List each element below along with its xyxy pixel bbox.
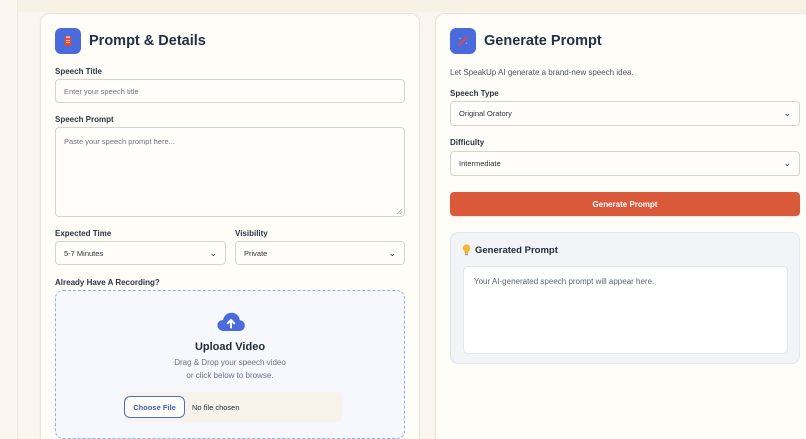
video-dropzone[interactable]: Upload Video Drag & Drop your speech vid… xyxy=(55,290,405,439)
lightbulb-icon xyxy=(462,244,471,256)
left-rail xyxy=(0,0,18,439)
chevron-down-icon: ⌄ xyxy=(209,247,217,258)
generate-prompt-title: Generate Prompt xyxy=(484,33,602,49)
chevron-down-icon: ⌄ xyxy=(783,158,791,168)
upload-hint-line1: Drag & Drop your speech video xyxy=(174,358,286,367)
generated-prompt-output: Your AI-generated speech prompt will app… xyxy=(463,266,788,354)
speech-type-value: Original Oratory xyxy=(459,109,512,118)
resize-handle-icon[interactable] xyxy=(396,208,402,214)
cloud-upload-icon xyxy=(217,312,245,331)
speech-type-label: Speech Type xyxy=(450,89,499,98)
file-picker: Choose File No file chosen xyxy=(124,392,342,422)
file-status: No file chosen xyxy=(192,402,240,412)
speech-prompt-placeholder: Paste your speech prompt here... xyxy=(64,137,175,146)
visibility-label: Visibility xyxy=(235,229,268,238)
difficulty-label: Difficulty xyxy=(450,138,485,147)
upload-hint-line2: or click below to browse. xyxy=(186,371,274,380)
expected-time-value: 5-7 Minutes xyxy=(64,248,104,258)
speech-prompt-textarea[interactable]: Paste your speech prompt here... xyxy=(55,127,405,217)
upload-title: Upload Video xyxy=(194,341,266,353)
generated-prompt-panel: Generated Prompt Your AI-generated speec… xyxy=(450,232,800,364)
expected-time-select[interactable]: 5-7 Minutes ⌄ xyxy=(55,241,226,265)
speech-type-select[interactable]: Original Oratory ⌄ xyxy=(450,101,800,126)
generated-prompt-header: Generated Prompt xyxy=(462,244,558,256)
difficulty-select[interactable]: Intermediate ⌄ xyxy=(450,151,800,176)
prompt-details-header: Prompt & Details xyxy=(55,28,206,54)
choose-file-button[interactable]: Choose File xyxy=(124,396,185,418)
speech-title-placeholder: Enter your speech title xyxy=(64,86,139,96)
top-strip xyxy=(0,0,806,12)
speech-title-input[interactable]: Enter your speech title xyxy=(55,79,405,103)
recording-label: Already Have A Recording? xyxy=(55,278,160,287)
clipboard-icon xyxy=(55,28,81,54)
generate-description: Let SpeakUp AI generate a brand-new spee… xyxy=(450,68,634,77)
generated-prompt-placeholder: Your AI-generated speech prompt will app… xyxy=(474,277,655,286)
visibility-select[interactable]: Private ⌄ xyxy=(235,241,405,265)
prompt-details-title: Prompt & Details xyxy=(89,33,206,49)
generate-prompt-header: Generate Prompt xyxy=(450,28,602,54)
chevron-down-icon: ⌄ xyxy=(783,108,791,118)
generate-prompt-button[interactable]: Generate Prompt xyxy=(450,192,800,216)
visibility-value: Private xyxy=(244,248,268,258)
generated-prompt-title: Generated Prompt xyxy=(475,244,558,256)
speech-prompt-label: Speech Prompt xyxy=(55,115,114,124)
difficulty-value: Intermediate xyxy=(459,159,501,168)
speech-title-label: Speech Title xyxy=(55,67,102,76)
expected-time-label: Expected Time xyxy=(55,229,112,238)
chevron-down-icon: ⌄ xyxy=(388,247,396,258)
magic-wand-icon xyxy=(450,28,476,54)
